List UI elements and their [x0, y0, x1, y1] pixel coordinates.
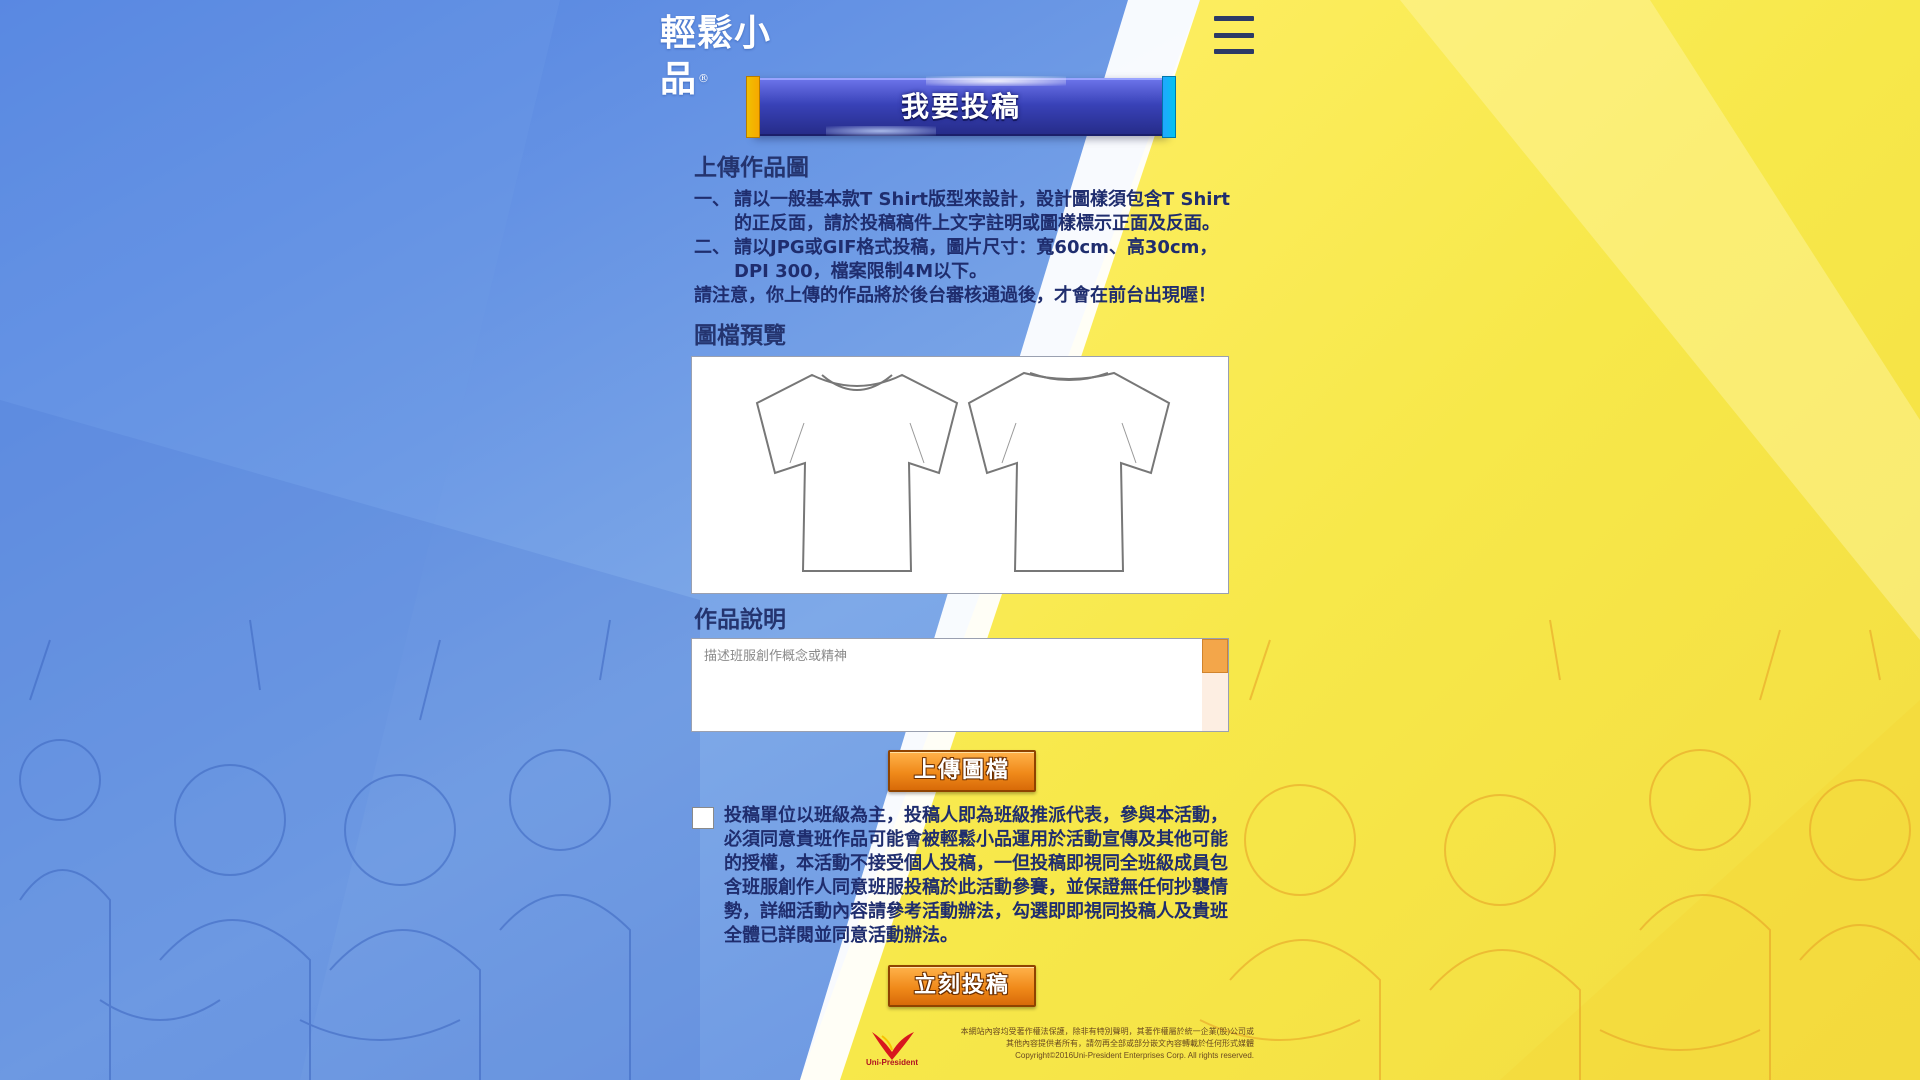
rule-item: 一、 請以一般基本款T Shirt版型來設計，設計圖樣須包含T Shirt的正反…	[694, 188, 1234, 236]
tshirt-front-icon	[755, 373, 959, 572]
upload-section: 上傳作品圖 一、 請以一般基本款T Shirt版型來設計，設計圖樣須包含T Sh…	[694, 150, 1234, 308]
upload-image-button[interactable]: 上傳圖檔	[888, 750, 1036, 792]
description-section-title: 作品說明	[694, 607, 786, 633]
menu-icon-bar-bottom	[1214, 49, 1254, 54]
rule-number: 二、	[694, 237, 730, 258]
copyright-line: 本網站內容均受著作權法保護，除非有特別聲明，其著作權屬於統一企業(股)公司或	[960, 1027, 1254, 1036]
footer: Uni-President 本網站內容均受著作權法保護，除非有特別聲明，其著作權…	[864, 1024, 1254, 1072]
upload-rules: 一、 請以一般基本款T Shirt版型來設計，設計圖樣須包含T Shirt的正反…	[694, 188, 1234, 284]
submit-now-button[interactable]: 立刻投稿	[888, 965, 1036, 1007]
description-scroll-thumb[interactable]	[1202, 639, 1228, 673]
rule-text: 請以一般基本款T Shirt版型來設計，設計圖樣須包含T Shirt的正反面，請…	[734, 189, 1230, 234]
copyright-text: 本網站內容均受著作權法保護，除非有特別聲明，其著作權屬於統一企業(股)公司或 其…	[924, 1026, 1254, 1062]
copyright-line: 其他內容提供者所有，請勿再全部或部分嵌文內容轉載於任何形式媒體	[1006, 1039, 1254, 1048]
rule-number: 一、	[694, 189, 730, 210]
agreement-checkbox[interactable]	[692, 807, 714, 829]
rule-text: 請以JPG或GIF格式投稿，圖片尺寸：寬60cm、高30cm，DPI 300，檔…	[734, 237, 1218, 282]
copyright-line: Copyright©2016Uni-President Enterprises …	[1015, 1051, 1254, 1060]
menu-icon-bar-top	[1214, 16, 1254, 21]
description-box	[691, 638, 1229, 732]
registered-mark: ®	[698, 72, 711, 85]
submit-banner: 我要投稿	[746, 76, 1176, 138]
review-notice: 請注意，你上傳的作品將於後台審核通過後，才會在前台出現喔！	[694, 285, 1216, 306]
description-textarea[interactable]	[692, 639, 1202, 731]
upload-section-title: 上傳作品圖	[694, 155, 809, 181]
brand-logo[interactable]: 輕鬆小品®	[660, 10, 800, 100]
agreement-text: 投稿單位以班級為主，投稿人即為班級推派代表，參與本活動，必須同意貴班作品可能會被…	[724, 805, 1228, 946]
tshirt-back-icon	[967, 371, 1171, 572]
rule-item: 二、 請以JPG或GIF格式投稿，圖片尺寸：寬60cm、高30cm，DPI 30…	[694, 236, 1234, 284]
banner-title: 我要投稿	[900, 90, 1021, 123]
brand-name: Uni-President	[865, 1058, 918, 1067]
hamburger-menu-button[interactable]	[1214, 16, 1254, 54]
agreement-row: 投稿單位以班級為主，投稿人即為班級推派代表，參與本活動，必須同意貴班作品可能會被…	[692, 804, 1232, 948]
menu-icon-bar-middle	[1214, 32, 1254, 38]
preview-section-title: 圖檔預覽	[694, 323, 786, 349]
description-scrollbar[interactable]	[1202, 639, 1228, 731]
image-preview-box	[691, 356, 1229, 594]
